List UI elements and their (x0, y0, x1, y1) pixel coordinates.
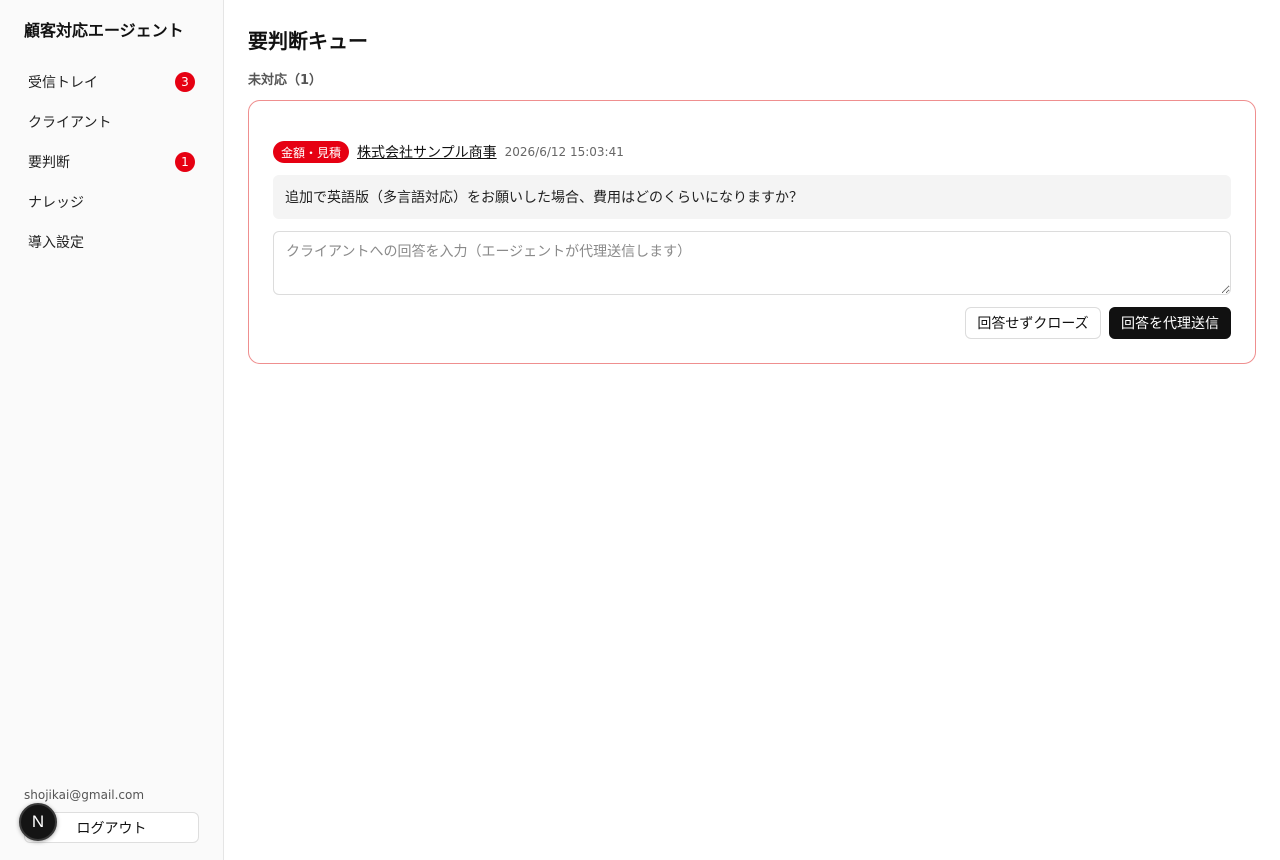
sidebar-item-clients[interactable]: クライアント (16, 102, 208, 142)
sidebar-item-setup[interactable]: 導入設定 (16, 222, 208, 262)
category-badge: 金額・見積 (273, 141, 350, 163)
judgment-card: 金額・見積 株式会社サンプル商事 2026/6/12 15:03:41 追加で英… (248, 100, 1256, 364)
inbox-count-badge: 3 (175, 72, 195, 92)
sidebar-nav: 受信トレイ 3 クライアント 要判断 1 ナレッジ 導入設定 (16, 62, 208, 262)
avatar[interactable]: N (19, 803, 57, 841)
close-without-reply-button[interactable]: 回答せずクローズ (965, 307, 1101, 339)
page-title: 要判断キュー (248, 29, 368, 53)
sidebar-item-knowledge[interactable]: ナレッジ (16, 182, 208, 222)
sidebar: 顧客対応エージェント 受信トレイ 3 クライアント 要判断 1 ナレッジ 導入設… (0, 0, 224, 860)
app-title: 顧客対応エージェント (24, 21, 184, 40)
needs-judgment-count-badge: 1 (175, 152, 195, 172)
sidebar-item-label: ナレッジ (28, 195, 84, 211)
sidebar-item-label: 導入設定 (28, 235, 84, 251)
client-message: 追加で英語版（多言語対応）をお願いした場合、費用はどのくらいになりますか？ (273, 175, 1231, 219)
sidebar-item-inbox[interactable]: 受信トレイ 3 (16, 62, 208, 102)
sidebar-item-label: 要判断 (28, 155, 70, 171)
card-header: 金額・見積 株式会社サンプル商事 2026/6/12 15:03:41 (273, 141, 624, 163)
client-link[interactable]: 株式会社サンプル商事 (357, 142, 497, 162)
sidebar-item-label: クライアント (28, 115, 112, 131)
reply-input[interactable] (273, 231, 1231, 295)
user-email: shojikai@gmail.com (24, 788, 145, 802)
section-title-pending: 未対応（1） (248, 73, 323, 88)
message-timestamp: 2026/6/12 15:03:41 (504, 145, 624, 159)
sidebar-item-label: 受信トレイ (28, 75, 98, 91)
sidebar-item-needs-judgment[interactable]: 要判断 1 (16, 142, 208, 182)
send-reply-button[interactable]: 回答を代理送信 (1109, 307, 1231, 339)
